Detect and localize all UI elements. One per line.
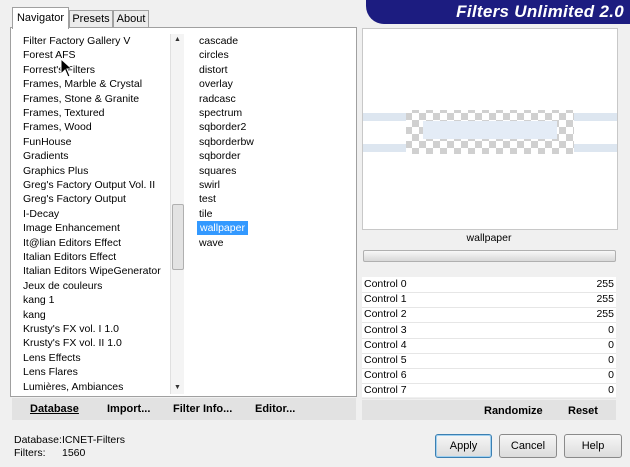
control-value[interactable]: 0 (608, 383, 614, 398)
filter-item[interactable]: sqborder2 (199, 120, 246, 134)
control-row[interactable]: Control 1 255 (362, 292, 616, 309)
control-value[interactable]: 255 (596, 277, 614, 292)
category-item[interactable]: Frames, Textured (23, 106, 105, 120)
control-row[interactable]: Control 4 0 (362, 338, 616, 354)
filter-item[interactable]: test (199, 192, 216, 206)
preview-area (362, 28, 618, 230)
scroll-down-arrow-icon[interactable]: ▼ (171, 384, 184, 391)
filter-item[interactable]: overlay (199, 77, 233, 91)
category-item[interactable]: Krusty's FX vol. I 1.0 (23, 322, 119, 336)
filter-item[interactable]: sqborder (199, 149, 240, 163)
control-row[interactable]: Control 7 0 (362, 383, 616, 400)
tab-about[interactable]: About (113, 10, 149, 28)
category-item[interactable]: Forrest's Filters (23, 63, 95, 77)
control-value[interactable]: 0 (608, 368, 614, 383)
tab-presets[interactable]: Presets (69, 10, 113, 28)
filters-status-value: 1560 (62, 447, 86, 459)
control-name: Control 7 (364, 384, 407, 397)
action-bar: Randomize Reset (362, 400, 616, 420)
category-item[interactable]: Greg's Factory Output (23, 192, 126, 206)
filter-item[interactable]: sqborderbw (199, 135, 254, 149)
database-link[interactable]: Database (30, 403, 79, 415)
filter-info-link[interactable]: Filter Info... (173, 403, 232, 415)
control-value[interactable]: 255 (596, 292, 614, 307)
category-item[interactable]: Krusty's FX vol. II 1.0 (23, 336, 122, 350)
category-item[interactable]: Greg's Factory Output Vol. II (23, 178, 155, 192)
tab-navigator[interactable]: Navigator (12, 7, 69, 29)
control-row[interactable]: Control 3 0 (362, 323, 616, 339)
category-item[interactable]: Frames, Wood (23, 120, 92, 134)
control-row[interactable]: Control 6 0 (362, 368, 616, 385)
preview-image (363, 110, 617, 154)
filter-item-selected[interactable]: wallpaper (197, 221, 248, 236)
cancel-button[interactable]: Cancel (499, 434, 557, 458)
category-item[interactable]: Lens Effects (23, 351, 81, 365)
category-item[interactable]: Filter Factory Gallery V (23, 34, 130, 48)
filter-item[interactable]: cascade (199, 34, 238, 48)
category-item[interactable]: I-Decay (23, 207, 59, 221)
control-row[interactable]: Control 5 0 (362, 353, 616, 369)
category-scrollbar[interactable]: ▲ ▼ (170, 34, 184, 394)
filters-status-label: Filters: (14, 447, 46, 459)
app-banner: Filters Unlimited 2.0 (366, 0, 630, 24)
category-item[interactable]: Lumières, Ambiances (23, 380, 123, 394)
filter-item[interactable]: wave (199, 236, 224, 250)
control-value[interactable]: 255 (596, 307, 614, 322)
control-name: Control 0 (364, 278, 407, 290)
control-name: Control 2 (364, 308, 407, 321)
scroll-up-arrow-icon[interactable]: ▲ (171, 36, 184, 43)
filter-item[interactable]: distort (199, 63, 228, 77)
apply-button[interactable]: Apply (435, 434, 492, 458)
category-item[interactable]: Italian Editors Effect (23, 250, 116, 264)
database-status-value: ICNET-Filters (62, 434, 125, 446)
control-name: Control 5 (364, 354, 407, 366)
filter-item[interactable]: circles (199, 48, 229, 62)
arrow-cursor-icon (60, 58, 74, 78)
category-item[interactable]: Italian Editors WipeGenerator (23, 264, 161, 278)
control-value[interactable]: 0 (608, 323, 614, 338)
category-item[interactable]: Frames, Stone & Granite (23, 92, 139, 106)
filter-item[interactable]: spectrum (199, 106, 242, 120)
category-item[interactable]: Jeux de couleurs (23, 279, 102, 293)
database-status-label: Database: (14, 434, 62, 446)
category-item[interactable]: Frames, Marble & Crystal (23, 77, 142, 91)
filter-item[interactable]: squares (199, 164, 236, 178)
banner-title: Filters Unlimited 2.0 (456, 2, 624, 21)
control-name: Control 4 (364, 338, 407, 351)
filter-list: cascade circles distort overlay radcasc spect… (197, 34, 349, 294)
randomize-button[interactable]: Randomize (484, 405, 543, 417)
help-button[interactable]: Help (564, 434, 622, 458)
category-item[interactable]: Lens Flares (23, 365, 78, 379)
scroll-thumb[interactable] (172, 204, 184, 270)
control-value[interactable]: 0 (608, 353, 614, 368)
reset-button[interactable]: Reset (568, 405, 598, 417)
control-value[interactable]: 0 (608, 338, 614, 353)
category-item[interactable]: Gradients (23, 149, 69, 163)
filter-item[interactable]: swirl (199, 178, 220, 192)
control-name: Control 3 (364, 323, 407, 336)
category-item[interactable]: FunHouse (23, 135, 71, 149)
control-row[interactable]: Control 0 255 (362, 277, 616, 293)
import-link[interactable]: Import... (107, 403, 150, 415)
control-name: Control 6 (364, 369, 407, 382)
category-item[interactable]: Image Enhancement (23, 221, 120, 235)
filter-item[interactable]: radcasc (199, 92, 236, 106)
category-item[interactable]: Graphics Plus (23, 164, 88, 178)
category-list: Filter Factory Gallery V Forest AFS Forres… (23, 34, 169, 393)
category-item[interactable]: It@lian Editors Effect (23, 236, 121, 250)
category-item[interactable]: kang 1 (23, 293, 55, 307)
category-item[interactable]: kang (23, 308, 46, 322)
control-list: Control 0 255 Control 1 255 Control 2 255 Cont… (362, 277, 616, 400)
filter-item[interactable]: tile (199, 207, 212, 221)
link-bar: Database Import... Filter Info... Editor… (12, 398, 356, 420)
preview-zoom-slider[interactable] (363, 250, 616, 262)
preview-label: wallpaper (466, 232, 512, 244)
control-name: Control 1 (364, 293, 407, 306)
control-row[interactable]: Control 2 255 (362, 307, 616, 324)
editor-link[interactable]: Editor... (255, 403, 295, 415)
